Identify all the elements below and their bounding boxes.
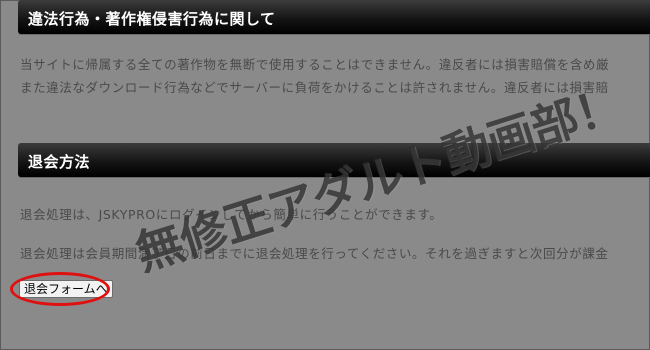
copyright-text-line-1: 当サイトに帰属する全ての著作物を無断で使用することはできません。違反者には損害賠… — [20, 57, 610, 72]
section-title: 違法行為・著作権侵害行為に関して — [28, 10, 276, 28]
withdrawal-text-line-2: 退会処理は会員期間満了日の前日までに退会処理を行ってください。それを過ぎますと次… — [20, 246, 609, 261]
section-header-copyright: 違法行為・著作権侵害行為に関して — [18, 0, 650, 34]
section-title: 退会方法 — [28, 153, 91, 171]
copyright-text-line-2: また違法なダウンロード行為などでサーバーに負荷をかけることは許されません。違反者… — [20, 80, 609, 95]
withdrawal-text-line-1: 退会処理は、JSKYPROにログインしてから簡単に行うことができます。 — [20, 207, 443, 222]
withdraw-form-button[interactable]: 退会フォームへ — [19, 280, 113, 298]
section-header-withdrawal: 退会方法 — [18, 143, 650, 177]
